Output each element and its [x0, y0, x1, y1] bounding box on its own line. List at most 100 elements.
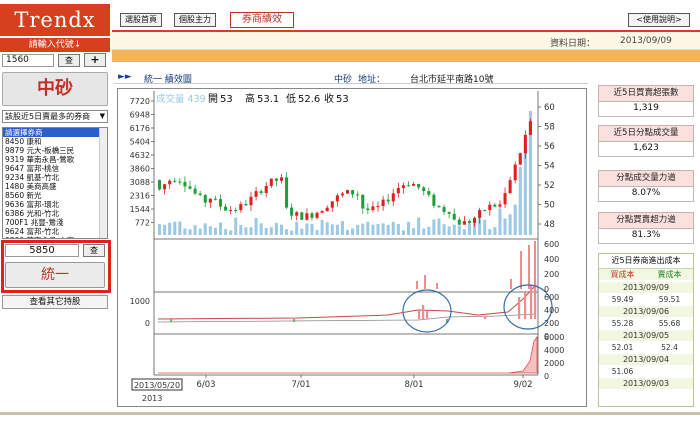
- candle-body: [406, 185, 411, 187]
- volume-bar: [457, 225, 461, 235]
- cost-row-date: 2013/09/09: [599, 282, 693, 293]
- nav-major-players-button[interactable]: 個股主力: [174, 13, 216, 27]
- volume-bar: [188, 229, 192, 235]
- cost-row-date: 2013/09/04: [599, 354, 693, 365]
- broker-list-item[interactable]: 9647 富邦-桃信: [3, 164, 107, 173]
- candle-body: [356, 194, 360, 196]
- chevron-down-icon: ▼: [99, 112, 105, 120]
- broker-list-item[interactable]: 8560 新光: [3, 191, 107, 200]
- add-button[interactable]: +: [84, 53, 106, 67]
- panel2-bar: [424, 275, 426, 289]
- candle-body: [417, 183, 421, 188]
- price-tick-label: 56: [544, 142, 555, 152]
- candle-body: [244, 204, 248, 206]
- candle-body: [183, 181, 187, 187]
- broker-list-item[interactable]: 9234 凱基-竹北: [3, 173, 107, 182]
- panel3-bar: [170, 319, 173, 322]
- cost-row-sell: [646, 390, 693, 401]
- volume-tick-label: 2316: [130, 192, 150, 201]
- buy-cost-header: 買成本: [599, 268, 646, 280]
- nav-broker-performance-button[interactable]: 券商績效: [230, 12, 294, 28]
- price-tick-label: 58: [544, 123, 555, 133]
- broker-filter-value: 該股近5日賣最多的券商: [5, 112, 91, 121]
- x-axis-label: 7/01: [291, 380, 310, 390]
- candle-body: [229, 210, 233, 212]
- ohlc-high-label: 高: [245, 92, 255, 105]
- volume-tick-label: 3088: [130, 178, 150, 187]
- nav-stock-home-button[interactable]: 選股首頁: [120, 13, 162, 27]
- cost-row-date: 2013/09/05: [599, 330, 693, 341]
- view-other-holdings-button[interactable]: 查看其它持股: [2, 295, 108, 309]
- candle-body: [422, 187, 426, 192]
- stock-query-button[interactable]: 查: [58, 54, 80, 67]
- volume-bar: [386, 224, 390, 235]
- volume-bar: [406, 221, 411, 235]
- broker-list-item[interactable]: 1480 美商高盛: [3, 182, 107, 191]
- help-button[interactable]: <使用說明>: [628, 13, 690, 27]
- broker-list-item[interactable]: 700F1 兆豐-鶯淺: [3, 218, 107, 227]
- broker-list-item[interactable]: 9624 富邦-竹北: [3, 227, 107, 236]
- broker-list[interactable]: 請選擇券商 8450 康和 9879 元大-板橋三民 9319 華南永昌-鶯歌 9647…: [2, 127, 108, 239]
- volume-bar: [325, 222, 329, 235]
- volume-bar: [234, 217, 238, 235]
- volume-bar: [305, 223, 309, 235]
- list-scrollbar[interactable]: [99, 128, 107, 238]
- branch-query-button[interactable]: 查: [83, 244, 105, 257]
- ohlc-low-value: 52.6: [298, 94, 320, 105]
- panel2-tick-label: 200: [544, 270, 559, 279]
- volume-bar: [371, 224, 375, 235]
- volume-bar: [285, 229, 289, 235]
- x-axis-label: 9/02: [513, 380, 532, 390]
- broker-list-item[interactable]: 9319 華南永昌-鶯歌: [3, 155, 107, 164]
- volume-bar: [203, 223, 207, 235]
- broker-list-item[interactable]: 9879 元大-板橋三民: [3, 146, 107, 155]
- volume-bar: [432, 219, 436, 235]
- data-date-label: 資料日期：: [550, 39, 596, 49]
- broker-list-item[interactable]: 6386 光和-竹北: [3, 209, 107, 218]
- info-stock-name: 中砂: [334, 75, 353, 85]
- panel2-bar: [510, 279, 512, 289]
- volume-bar: [213, 227, 217, 235]
- branch-code-input[interactable]: 5850: [5, 244, 79, 257]
- candle-body: [351, 190, 355, 195]
- volume-bar: [508, 214, 512, 235]
- candle-body: [335, 195, 339, 202]
- cost-row-buy: 59.49: [611, 295, 634, 304]
- stock-name-button[interactable]: 中砂: [2, 72, 108, 106]
- candle-body: [305, 213, 309, 220]
- broker-chart: 7720 6948 6176 5404 4632 3860 3088 2316 1544 772 6…: [117, 88, 587, 407]
- candle-body: [442, 207, 446, 212]
- broker-list-item[interactable]: 9636 富邦-環北: [3, 200, 107, 209]
- cost-row-sell: 52.4: [661, 343, 678, 352]
- stock-code-input[interactable]: 1560: [2, 54, 54, 67]
- ohlc-close-label: 收: [324, 92, 334, 105]
- volume-bar: [381, 223, 385, 235]
- volume-tick-label: 1544: [130, 205, 150, 214]
- broker-list-item[interactable]: 請選擇券商: [3, 128, 107, 137]
- broker-filter-select[interactable]: 該股近5日賣最多的券商 ▼: [2, 110, 108, 123]
- panel2-tick-label: 600: [544, 240, 559, 249]
- candle-body: [503, 193, 507, 205]
- cost-row-buy: 55.28: [611, 319, 634, 328]
- broker-list-item[interactable]: 9309 華南永昌-古亭: [3, 236, 107, 238]
- volume-bar: [274, 222, 278, 235]
- candle-body: [188, 186, 192, 189]
- candle-body: [224, 206, 228, 211]
- volume-bar: [401, 230, 405, 235]
- panel3-left-tick-label: 0: [145, 319, 150, 328]
- candle-body: [528, 121, 532, 135]
- volume-bar: [168, 222, 172, 235]
- panel2-bar: [520, 251, 522, 289]
- branch-name-button[interactable]: 統一: [5, 262, 105, 288]
- candle-body: [437, 205, 441, 208]
- cost-table: 近5日券商進出成本 買成本 賣成本 2013/09/09 59.49 59.51 20…: [598, 253, 694, 407]
- trendx-logo[interactable]: Trendx: [0, 4, 110, 36]
- volume-tick-label: 3860: [130, 165, 150, 174]
- candle-body: [300, 212, 304, 220]
- cost-row-date: 2013/09/03: [599, 378, 693, 389]
- candle-body: [386, 199, 390, 202]
- price-tick-label: 50: [544, 201, 555, 211]
- cost-line: [157, 284, 537, 320]
- candle-body: [239, 204, 243, 211]
- broker-list-item[interactable]: 8450 康和: [3, 137, 107, 146]
